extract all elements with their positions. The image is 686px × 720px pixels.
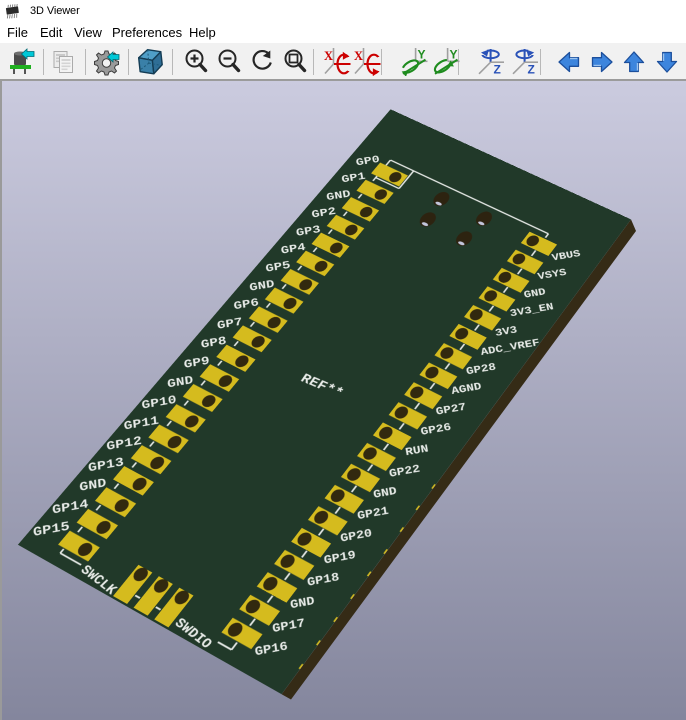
svg-text:X: X: [354, 49, 363, 63]
svg-text:Z: Z: [528, 63, 535, 77]
svg-text:Z: Z: [494, 63, 501, 77]
svg-text:X: X: [324, 49, 333, 63]
